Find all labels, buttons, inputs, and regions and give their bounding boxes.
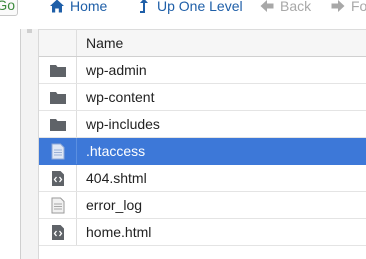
name-column-header[interactable]: Name (77, 30, 366, 57)
home-button[interactable]: Home (49, 0, 107, 16)
file-list-panel: Name wp-admin wp-content (20, 29, 366, 259)
folder-icon (49, 64, 67, 78)
arrow-left-icon (259, 0, 275, 14)
table-row-selected[interactable]: .htaccess (39, 138, 366, 165)
home-label: Home (70, 0, 107, 16)
scrollbar-thumb[interactable] (27, 29, 32, 33)
level-up-icon (136, 0, 152, 14)
table-row[interactable]: home.html (39, 219, 366, 246)
table-row[interactable]: error_log (39, 192, 366, 219)
file-name: error_log (77, 192, 366, 219)
table-row[interactable]: wp-admin (39, 57, 366, 84)
forward-button[interactable]: Fo (330, 0, 366, 16)
left-scrollbar[interactable] (21, 29, 39, 259)
up-one-level-button[interactable]: Up One Level (136, 0, 243, 16)
folder-icon (49, 91, 67, 105)
file-name: wp-includes (77, 111, 366, 138)
file-table: Name wp-admin wp-content (39, 29, 366, 246)
table-header-row: Name (39, 30, 366, 57)
file-name: wp-content (77, 84, 366, 111)
folder-icon (49, 118, 67, 132)
code-file-icon (51, 170, 65, 187)
arrow-right-icon (330, 0, 346, 14)
text-file-icon (51, 143, 65, 160)
back-button[interactable]: Back (259, 0, 311, 16)
up-one-level-label: Up One Level (157, 0, 243, 16)
file-name: wp-admin (77, 57, 366, 84)
file-name: home.html (77, 219, 366, 246)
text-file-icon (51, 197, 65, 214)
forward-label: Fo (351, 0, 366, 16)
icon-column-header[interactable] (39, 30, 77, 57)
file-name: 404.shtml (77, 165, 366, 192)
back-label: Back (280, 0, 311, 16)
table-row[interactable]: wp-includes (39, 111, 366, 138)
file-name: .htaccess (77, 138, 366, 165)
table-row[interactable]: wp-content (39, 84, 366, 111)
file-manager-toolbar: Go Home Up One Level Back Fo (0, 0, 366, 20)
go-button[interactable]: Go (0, 0, 18, 16)
home-icon (49, 0, 65, 14)
code-file-icon (51, 224, 65, 241)
table-row[interactable]: 404.shtml (39, 165, 366, 192)
